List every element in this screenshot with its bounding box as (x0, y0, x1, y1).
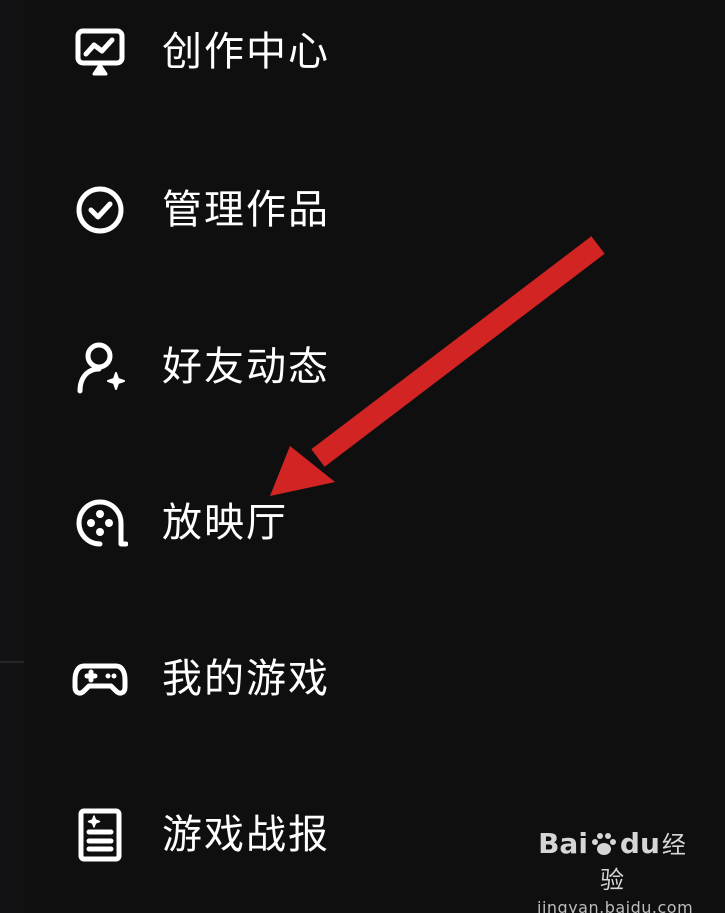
film-reel-icon (70, 493, 130, 553)
report-document-icon (70, 805, 130, 865)
menu-item-manage-works[interactable]: 管理作品 (60, 155, 440, 265)
check-circle-icon (70, 180, 130, 240)
menu-item-creator-center[interactable]: 创作中心 (60, 0, 440, 107)
menu-item-friend-updates[interactable]: 好友动态 (60, 312, 440, 422)
menu-item-game-report[interactable]: 游戏战报 (60, 780, 440, 890)
menu-item-label: 管理作品 (162, 187, 330, 233)
menu-item-my-games[interactable]: 我的游戏 (60, 624, 440, 734)
menu-item-label: 游戏战报 (162, 812, 330, 858)
menu-item-label: 放映厅 (162, 500, 288, 546)
gamepad-icon (70, 649, 130, 709)
menu-item-label: 好友动态 (162, 344, 330, 390)
menu-item-screening-hall[interactable]: 放映厅 (60, 468, 440, 578)
side-menu: 创作中心 管理作品 好友动态 放映厅 我的游戏 游戏战报 (0, 0, 725, 913)
watermark-logo: Bai du经验 (538, 827, 686, 894)
baidu-jingyan-watermark: Bai du经验 jingyan.baidu.com (537, 827, 693, 913)
menu-item-label: 我的游戏 (162, 656, 330, 702)
user-sparkle-icon (70, 337, 130, 397)
creator-center-icon (70, 22, 130, 82)
paw-icon (591, 833, 616, 855)
watermark-url: jingyan.baidu.com (537, 898, 694, 913)
menu-item-label: 创作中心 (162, 29, 330, 75)
